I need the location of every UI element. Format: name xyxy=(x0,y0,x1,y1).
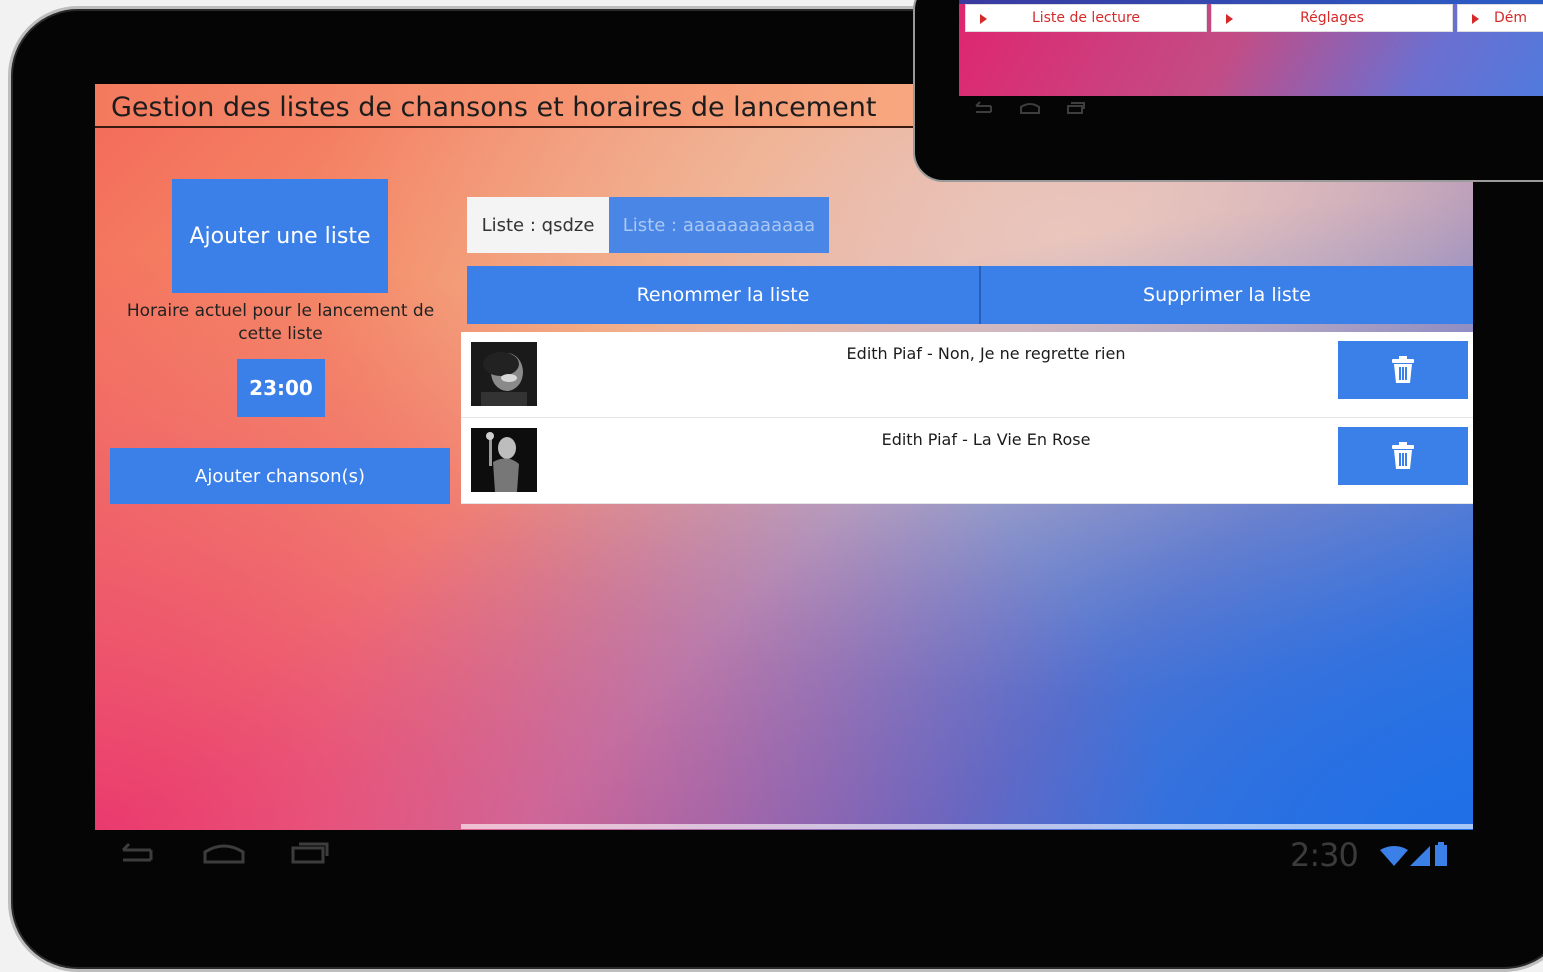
delete-song-button[interactable] xyxy=(1338,427,1468,485)
song-row: Edith Piaf - La Vie En Rose xyxy=(461,418,1473,504)
system-nav-bar xyxy=(115,838,355,868)
back-icon[interactable] xyxy=(115,838,159,868)
inset-menu-label: Liste de lecture xyxy=(1031,10,1141,26)
add-list-button[interactable]: Ajouter une liste xyxy=(172,179,388,293)
battery-icon xyxy=(1435,842,1447,866)
app-screen: Gestion des listes de chansons et horair… xyxy=(95,84,1473,830)
home-icon[interactable] xyxy=(201,838,247,868)
song-title: Edith Piaf - La Vie En Rose xyxy=(881,430,1091,449)
album-thumbnail xyxy=(471,342,537,406)
inset-tablet-preview: Liste de lecture Réglages Dém xyxy=(913,0,1543,182)
inset-nav-bar xyxy=(973,100,1103,118)
tab-list-qsdze[interactable]: Liste : qsdze xyxy=(467,197,609,253)
inset-menu-label: Dém xyxy=(1494,10,1528,26)
status-clock: 2:30 xyxy=(1290,836,1359,874)
schedule-label: Horaire actuel pour le lancement de cett… xyxy=(126,301,435,344)
rename-list-button[interactable]: Renommer la liste xyxy=(467,266,981,324)
play-triangle-icon xyxy=(1472,14,1479,24)
inset-menu-playlist[interactable]: Liste de lecture xyxy=(965,4,1207,32)
signal-icon xyxy=(1410,846,1430,866)
add-songs-button[interactable]: Ajouter chanson(s) xyxy=(110,448,450,504)
list-actions-bar: Renommer la liste Supprimer la liste xyxy=(467,266,1473,324)
trash-icon xyxy=(1392,356,1414,383)
home-icon xyxy=(1020,103,1040,114)
song-list: Edith Piaf - Non, Je ne regrette rien Ed… xyxy=(461,332,1473,504)
recent-apps-icon[interactable] xyxy=(287,838,333,868)
inset-menu-start[interactable]: Dém xyxy=(1457,4,1543,32)
song-row: Edith Piaf - Non, Je ne regrette rien xyxy=(461,332,1473,418)
trash-icon xyxy=(1392,442,1414,469)
inset-screen: Liste de lecture Réglages Dém xyxy=(959,0,1543,96)
schedule-time-button[interactable]: 23:00 xyxy=(237,359,325,417)
recent-apps-icon xyxy=(1067,102,1085,114)
scrollbar[interactable] xyxy=(461,824,1473,829)
back-icon xyxy=(975,101,992,113)
page-title: Gestion des listes de chansons et horair… xyxy=(111,92,877,123)
wifi-icon xyxy=(1380,846,1408,866)
inset-menu-label: Réglages xyxy=(1300,10,1364,26)
inset-menu-settings[interactable]: Réglages xyxy=(1211,4,1453,32)
album-thumbnail xyxy=(471,428,537,492)
delete-song-button[interactable] xyxy=(1338,341,1468,399)
title-bar: Gestion des listes de chansons et horair… xyxy=(95,84,925,128)
status-icons xyxy=(1380,842,1460,868)
song-title: Edith Piaf - Non, Je ne regrette rien xyxy=(846,344,1126,363)
delete-list-button[interactable]: Supprimer la liste xyxy=(981,266,1473,324)
tab-list-aaaaaaaaaaaa[interactable]: Liste : aaaaaaaaaaaa xyxy=(609,197,829,253)
